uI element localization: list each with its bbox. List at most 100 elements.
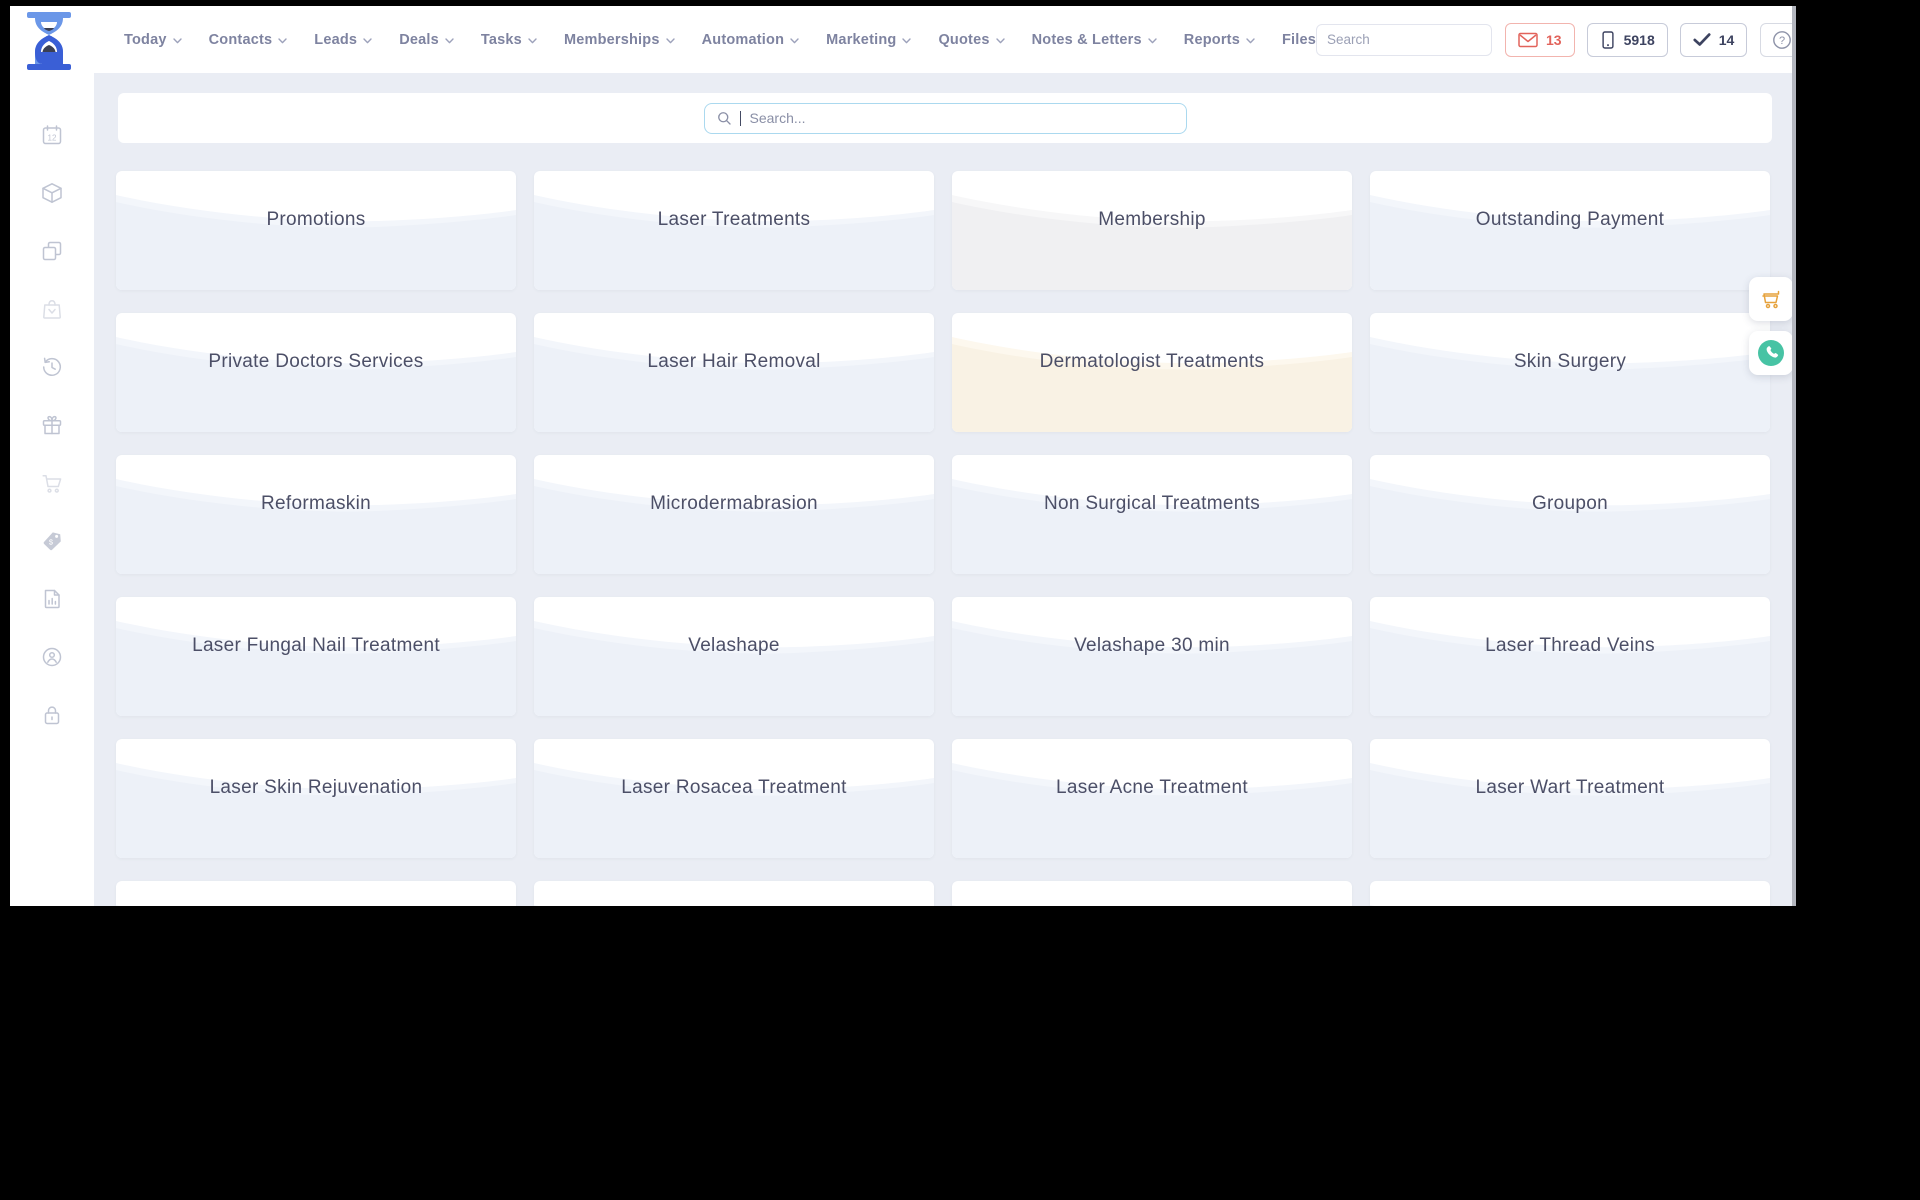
nav-item-deals[interactable]: Deals <box>399 32 454 48</box>
navbar-right: 13591814 ? LONDON SUPPORT <box>1316 22 1796 58</box>
category-card-reformaskin[interactable]: Reformaskin <box>116 455 516 574</box>
category-card-skin-surgery[interactable]: Skin Surgery <box>1370 313 1770 432</box>
category-card-label: Laser Treatments <box>657 208 811 230</box>
nav-item-tasks[interactable]: Tasks <box>481 32 537 48</box>
badge-row: 13 5918 14 <box>1505 22 1748 57</box>
search-icon <box>717 111 731 125</box>
card-wave-decoration <box>952 905 957 906</box>
price-tag-icon[interactable]: $ <box>40 529 64 553</box>
category-card-label: Reformaskin <box>261 492 371 514</box>
nav-item-reports[interactable]: Reports <box>1184 32 1255 48</box>
category-card-label: Laser Fungal Nail Treatment <box>192 634 440 656</box>
mail-badge[interactable]: 13 <box>1505 22 1575 57</box>
category-card-label: Membership <box>1098 208 1206 230</box>
category-card-label: Laser Hair Removal <box>647 350 821 372</box>
category-card-laser-fungal-nail-treatment[interactable]: Laser Fungal Nail Treatment <box>116 597 516 716</box>
vertical-scrollbar[interactable] <box>1792 6 1796 906</box>
category-card[interactable] <box>116 881 516 906</box>
card-wave-decoration <box>116 905 121 906</box>
shopping-bag-icon[interactable] <box>40 297 64 321</box>
category-card-laser-treatments[interactable]: Laser Treatments <box>534 171 934 290</box>
category-card-groupon[interactable]: Groupon <box>1370 455 1770 574</box>
category-card-label: Velashape <box>688 634 780 656</box>
chevron-down-icon <box>1246 37 1255 43</box>
copy-icon[interactable] <box>40 239 64 263</box>
nav-item-contacts[interactable]: Contacts <box>209 32 288 48</box>
category-card-label: Velashape 30 min <box>1074 634 1230 656</box>
category-card-laser-hair-removal[interactable]: Laser Hair Removal <box>534 313 934 432</box>
package-icon[interactable] <box>40 181 64 205</box>
header-search <box>1316 23 1493 56</box>
category-card-laser-acne-treatment[interactable]: Laser Acne Treatment <box>952 739 1352 858</box>
category-card-outstanding-payment[interactable]: Outstanding Payment <box>1370 171 1770 290</box>
category-card-laser-thread-veins[interactable]: Laser Thread Veins <box>1370 597 1770 716</box>
card-wave-decoration <box>534 905 539 906</box>
phone-badge[interactable]: 5918 <box>1586 22 1668 57</box>
category-card-velashape[interactable]: Velashape <box>534 597 934 716</box>
card-wave-decoration <box>1370 905 1375 906</box>
help-icon: ? <box>1773 30 1792 49</box>
nav-item-marketing[interactable]: Marketing <box>826 32 912 48</box>
account-icon[interactable] <box>40 645 64 669</box>
category-card[interactable] <box>1370 881 1770 906</box>
category-card-laser-rosacea-treatment[interactable]: Laser Rosacea Treatment <box>534 739 934 858</box>
cart-float-button[interactable] <box>1749 277 1793 321</box>
chevron-down-icon <box>363 37 372 43</box>
svg-text:?: ? <box>1779 35 1785 47</box>
calendar-icon[interactable]: 12 <box>40 123 64 147</box>
cart-icon[interactable] <box>40 471 64 495</box>
report-icon[interactable] <box>40 587 64 611</box>
gift-icon[interactable] <box>40 413 64 437</box>
category-card-label: Groupon <box>1531 492 1609 514</box>
category-card-label: Outstanding Payment <box>1475 208 1665 230</box>
search-placeholder: Search... <box>749 110 806 126</box>
app-window: Today Contacts Leads Deals Tasks Members… <box>10 6 1796 906</box>
top-navbar: Today Contacts Leads Deals Tasks Members… <box>10 6 1796 73</box>
category-card-microdermabrasion[interactable]: Microdermabrasion <box>534 455 934 574</box>
nav-item-files[interactable]: Files <box>1282 32 1316 48</box>
category-card-label: Microdermabrasion <box>650 492 818 514</box>
left-sidebar: 12 $ <box>10 73 94 906</box>
category-card-private-doctors-services[interactable]: Private Doctors Services <box>116 313 516 432</box>
chevron-down-icon <box>1148 37 1157 43</box>
category-card-dermatologist-treatments[interactable]: Dermatologist Treatments <box>952 313 1352 432</box>
nav-item-today[interactable]: Today <box>124 32 182 48</box>
nav-item-memberships[interactable]: Memberships <box>564 32 675 48</box>
category-card-label: Laser Thread Veins <box>1485 634 1655 656</box>
nav-item-notes-letters[interactable]: Notes & Letters <box>1032 32 1157 48</box>
badge-count: 13 <box>1546 31 1562 48</box>
search-input[interactable]: Search... <box>703 102 1187 134</box>
category-card-non-surgical-treatments[interactable]: Non Surgical Treatments <box>952 455 1352 574</box>
category-card-promotions[interactable]: Promotions <box>116 171 516 290</box>
category-card-label: Laser Rosacea Treatment <box>621 776 847 798</box>
category-card-label: Laser Acne Treatment <box>1056 776 1248 798</box>
check-badge[interactable]: 14 <box>1679 22 1748 57</box>
whatsapp-float-button[interactable] <box>1749 331 1793 375</box>
search-panel: Search... <box>118 93 1772 143</box>
category-card-laser-skin-rejuvenation[interactable]: Laser Skin Rejuvenation <box>116 739 516 858</box>
category-card-label: Skin Surgery <box>1513 350 1627 372</box>
nav-item-leads[interactable]: Leads <box>314 32 372 48</box>
chevron-down-icon <box>278 37 287 43</box>
floating-actions <box>1749 277 1793 375</box>
nav-item-quotes[interactable]: Quotes <box>938 32 1005 48</box>
category-card[interactable] <box>952 881 1352 906</box>
chevron-down-icon <box>902 37 912 43</box>
history-icon[interactable] <box>40 355 64 379</box>
app-logo-icon[interactable] <box>22 11 76 70</box>
category-card-label: Laser Skin Rejuvenation <box>209 776 423 798</box>
category-card[interactable] <box>534 881 934 906</box>
category-card-velashape-30-min[interactable]: Velashape 30 min <box>952 597 1352 716</box>
nav-item-automation[interactable]: Automation <box>702 32 800 48</box>
main-nav: Today Contacts Leads Deals Tasks Members… <box>124 32 1316 48</box>
category-card-laser-wart-treatment[interactable]: Laser Wart Treatment <box>1370 739 1770 858</box>
content-area: Search... Promotions Laser Treatments Me… <box>94 73 1796 906</box>
chevron-down-icon <box>995 37 1005 43</box>
badge-count: 14 <box>1718 31 1735 48</box>
category-card-membership[interactable]: Membership <box>952 171 1352 290</box>
category-grid: Promotions Laser Treatments Membership O… <box>116 171 1774 906</box>
lock-icon[interactable] <box>40 703 64 727</box>
chevron-down-icon <box>790 37 799 43</box>
help-button[interactable]: ? <box>1760 22 1796 57</box>
header-search-input[interactable] <box>1317 32 1492 47</box>
